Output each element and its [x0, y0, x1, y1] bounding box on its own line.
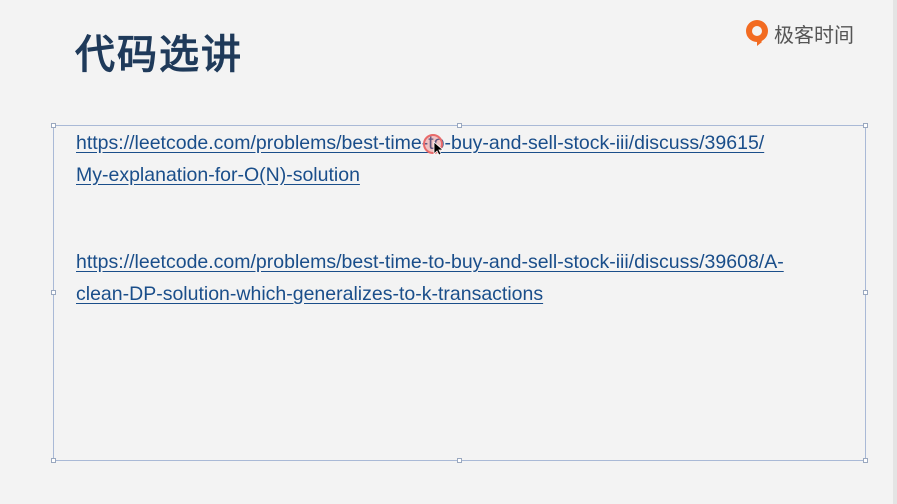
geektime-logo-icon	[746, 20, 768, 46]
resize-handle-bottom-left[interactable]	[51, 458, 56, 463]
link-line[interactable]: My-explanation-for-O(N)-solution	[76, 164, 360, 186]
link-line[interactable]: https://leetcode.com/problems/best-time-…	[76, 251, 784, 273]
resize-handle-bottom[interactable]	[457, 458, 462, 463]
discuss-link-39615[interactable]: https://leetcode.com/problems/best-time-…	[76, 127, 866, 191]
link-line[interactable]: clean-DP-solution-which-generalizes-to-k…	[76, 283, 543, 305]
slide: 代码选讲 极客时间 https://leetcode.com/problems/…	[0, 0, 897, 504]
resize-handle-left[interactable]	[51, 290, 56, 295]
text-box[interactable]: https://leetcode.com/problems/best-time-…	[51, 123, 868, 463]
brand-name: 极客时间	[774, 22, 854, 47]
link-line[interactable]: https://leetcode.com/problems/best-time-…	[76, 132, 764, 154]
discuss-link-39608[interactable]: https://leetcode.com/problems/best-time-…	[76, 246, 866, 310]
slide-edge	[893, 0, 897, 504]
slide-title: 代码选讲	[75, 32, 243, 78]
resize-handle-bottom-right[interactable]	[863, 458, 868, 463]
resize-handle-top-left[interactable]	[51, 123, 56, 128]
mouse-cursor-icon	[423, 134, 445, 156]
brand-logo: 极客时间	[744, 18, 854, 48]
